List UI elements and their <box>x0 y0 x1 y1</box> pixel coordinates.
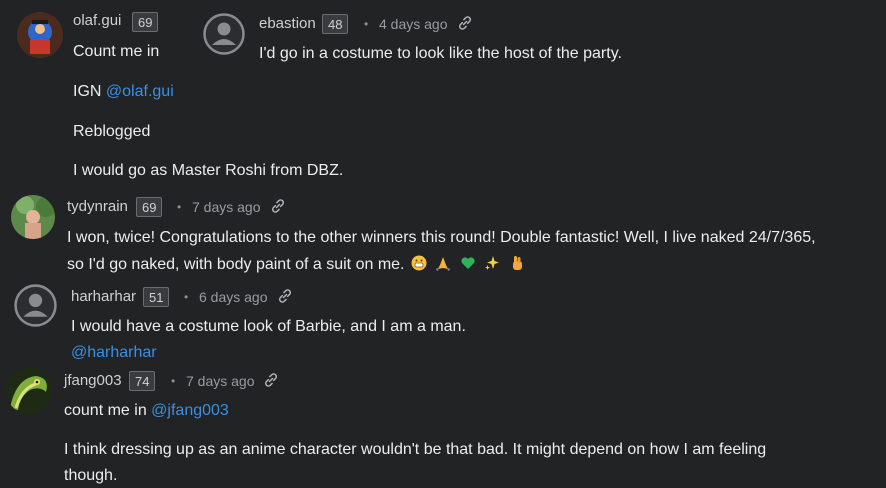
separator-dot: • <box>184 290 189 304</box>
comment-text-line: so I'd go naked, with body paint of a su… <box>67 256 405 273</box>
user-mention-link[interactable]: @olaf.gui <box>106 83 174 100</box>
username[interactable]: harharhar <box>71 288 136 305</box>
comment-text: I think dressing up as an anime characte… <box>64 441 767 458</box>
permalink-icon[interactable] <box>269 197 287 215</box>
permalink-icon[interactable] <box>276 287 294 305</box>
sparkles-emoji-icon <box>485 256 500 270</box>
timestamp[interactable]: 7 days ago <box>186 373 255 389</box>
timestamp[interactable]: 7 days ago <box>192 199 261 215</box>
permalink-icon[interactable] <box>262 371 280 389</box>
karma-badge: 69 <box>136 197 163 217</box>
pinched-hand-emoji-icon <box>512 256 522 270</box>
default-user-icon <box>203 13 245 55</box>
avatar-image <box>6 368 52 414</box>
comment-text: Count me in <box>73 43 160 60</box>
comment-text: count me in @jfang003 <box>64 402 229 420</box>
username[interactable]: tydynrain <box>67 198 128 215</box>
timestamp[interactable]: 6 days ago <box>199 289 268 305</box>
separator-dot: • <box>364 17 369 31</box>
karma-badge: 51 <box>143 287 170 307</box>
timestamp[interactable]: 4 days ago <box>379 16 448 32</box>
user-mention-link[interactable]: @harharhar <box>71 344 157 362</box>
default-user-icon <box>14 284 57 327</box>
comment-text: though. <box>64 467 118 484</box>
avatar-tydynrain[interactable] <box>11 195 55 239</box>
avatar-default-ebastion[interactable] <box>203 13 245 55</box>
separator-dot: • <box>171 374 176 388</box>
karma-badge: 74 <box>129 371 156 391</box>
comment-text-line: count me in <box>64 402 147 419</box>
comment-text: I would go as Master Roshi from DBZ. <box>73 162 344 179</box>
avatar-olaf-gui[interactable] <box>17 12 63 58</box>
comment-label: IGN <box>73 83 102 100</box>
green-heart-emoji-icon <box>461 257 475 269</box>
comment-text: I would have a costume look of Barbie, a… <box>71 318 466 335</box>
avatar-jfang003[interactable] <box>6 368 52 414</box>
avatar-image <box>11 195 55 239</box>
comment-text: so I'd go naked, with body paint of a su… <box>67 255 527 274</box>
comment-text: IGN @olaf.gui <box>73 83 174 101</box>
username[interactable]: jfang003 <box>64 372 122 389</box>
grinning-face-emoji-icon <box>411 255 427 271</box>
username[interactable]: olaf.gui <box>73 12 121 29</box>
comment-text: Reblogged <box>73 123 151 140</box>
comment-text: I'd go in a costume to look like the hos… <box>259 45 622 62</box>
karma-badge: 69 <box>132 12 159 32</box>
separator-dot: • <box>177 200 182 214</box>
folded-hands-emoji-icon <box>436 257 451 271</box>
permalink-icon[interactable] <box>456 14 474 32</box>
comment-text: I won, twice! Congratulations to the oth… <box>67 229 816 246</box>
username[interactable]: ebastion <box>259 15 316 32</box>
avatar-default-harharhar[interactable] <box>14 284 57 327</box>
avatar-image <box>17 12 63 58</box>
user-mention-link[interactable]: @jfang003 <box>151 402 229 419</box>
karma-badge: 48 <box>322 14 349 34</box>
